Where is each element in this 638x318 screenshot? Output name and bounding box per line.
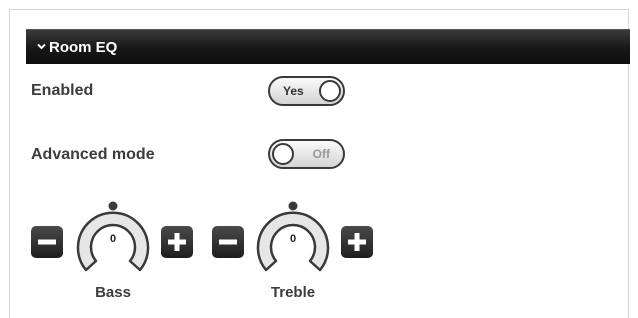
bass-knob[interactable]: 0 [70,200,156,278]
minus-icon [38,239,56,245]
advanced-mode-toggle-state: Off [312,147,330,161]
bass-label: Bass [95,284,131,301]
treble-label: Treble [270,284,316,301]
treble-decrease-button[interactable] [212,226,244,258]
treble-value: 0 [289,233,297,245]
bass-value: 0 [109,233,117,245]
advanced-mode-label: Advanced mode [31,146,155,163]
toggle-knob [319,80,341,102]
treble-knob[interactable]: 0 [250,200,336,278]
divider [628,245,629,285]
bass-decrease-button[interactable] [31,226,63,258]
treble-increase-button[interactable] [341,226,373,258]
enabled-toggle-state: Yes [283,84,304,98]
enabled-label: Enabled [31,82,94,99]
panel-title: Room EQ [49,38,118,56]
minus-icon [219,239,237,245]
panel-header[interactable]: Room EQ [26,29,630,64]
plus-icon [348,233,366,251]
enabled-toggle[interactable]: Yes [268,76,345,106]
plus-icon [168,233,186,251]
chevron-down-icon[interactable] [37,39,46,53]
bass-increase-button[interactable] [161,226,193,258]
advanced-mode-toggle[interactable]: Off [268,139,345,169]
toggle-knob [272,143,294,165]
